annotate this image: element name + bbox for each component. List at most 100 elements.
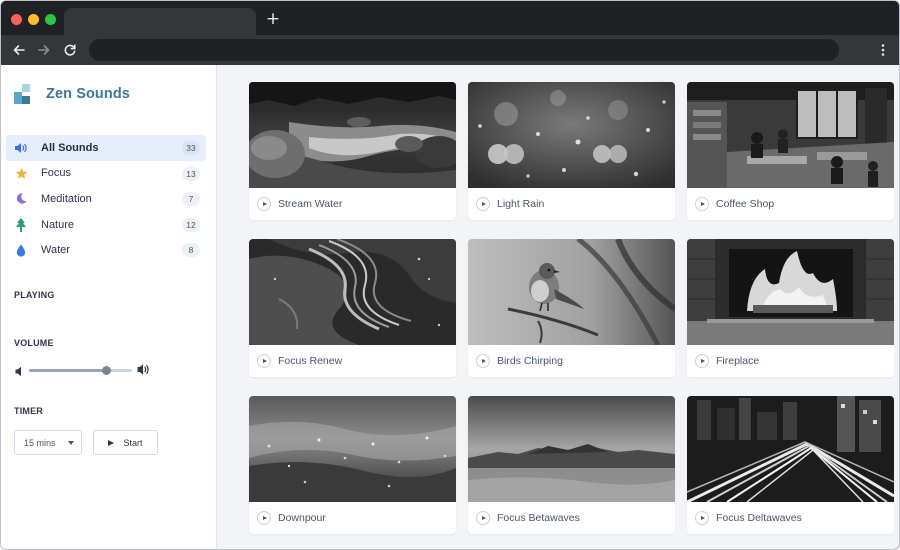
play-icon: [481, 516, 486, 520]
sound-thumbnail: [249, 82, 456, 188]
volume-high-icon[interactable]: [137, 363, 151, 381]
minimize-window-button[interactable]: [28, 14, 39, 25]
arrow-right-icon[interactable]: [34, 40, 54, 60]
sound-title: Light Rain: [497, 198, 545, 210]
reload-icon[interactable]: [60, 40, 80, 60]
plus-icon[interactable]: +: [264, 10, 282, 28]
play-icon: [262, 359, 267, 363]
sound-card-footer: Birds Chirping: [468, 345, 675, 377]
sound-title: Stream Water: [278, 198, 343, 210]
count-badge: 33: [182, 141, 200, 155]
logo-icon: [14, 84, 34, 104]
category-item-nature[interactable]: Nature 12: [6, 212, 206, 238]
sound-card-footer: Downpour: [249, 502, 456, 534]
tree-icon: [14, 217, 28, 232]
category-item-focus[interactable]: Focus 13: [6, 161, 206, 187]
chevron-down-icon: [68, 441, 74, 445]
sidebar: Zen Sounds All Sounds 33 Focus 13 Medita…: [1, 65, 217, 549]
volume-control: [15, 363, 155, 377]
sound-card-footer: Stream Water: [249, 188, 456, 220]
sound-thumbnail: [468, 239, 675, 345]
play-icon: [262, 516, 267, 520]
sound-thumbnail: [687, 239, 894, 345]
sound-title: Focus Deltawaves: [716, 512, 802, 524]
volume-slider[interactable]: [29, 366, 132, 375]
brand[interactable]: Zen Sounds: [14, 82, 130, 106]
sound-card-light-rain[interactable]: Light Rain: [468, 82, 675, 220]
category-list: All Sounds 33 Focus 13 Meditation 7 Natu…: [6, 135, 206, 263]
sound-title: Downpour: [278, 512, 326, 524]
sound-title: Birds Chirping: [497, 355, 563, 367]
category-item-meditation[interactable]: Meditation 7: [6, 186, 206, 212]
address-bar[interactable]: [89, 39, 839, 61]
browser-tab[interactable]: [64, 8, 256, 35]
count-badge: 12: [182, 217, 200, 232]
close-window-button[interactable]: [11, 14, 22, 25]
timer-selected-value: 15 mins: [24, 437, 56, 448]
brand-name: Zen Sounds: [46, 86, 130, 102]
sound-title: Focus Renew: [278, 355, 343, 367]
sound-card-footer: Light Rain: [468, 188, 675, 220]
play-button[interactable]: [257, 511, 271, 525]
play-button[interactable]: [476, 354, 490, 368]
count-badge: 13: [182, 166, 200, 181]
sound-thumbnail: [468, 82, 675, 188]
play-button[interactable]: [257, 354, 271, 368]
sound-title: Coffee Shop: [716, 198, 775, 210]
play-button[interactable]: [476, 197, 490, 211]
sound-card-focus-deltawaves[interactable]: Focus Deltawaves: [687, 396, 894, 534]
volume-slider-handle[interactable]: [101, 366, 111, 375]
volume-heading: VOLUME: [14, 338, 54, 348]
sound-card-focus-renew[interactable]: Focus Renew: [249, 239, 456, 377]
count-badge: 7: [182, 192, 200, 207]
play-icon: [700, 516, 705, 520]
play-icon: [700, 202, 705, 206]
sound-card-stream-water[interactable]: Stream Water: [249, 82, 456, 220]
play-icon: [108, 439, 115, 446]
count-badge: 8: [182, 243, 200, 258]
volume-fill: [29, 369, 107, 372]
sound-card-birds-chirping[interactable]: Birds Chirping: [468, 239, 675, 377]
sound-card-footer: Fireplace: [687, 345, 894, 377]
volume-low-icon[interactable]: [15, 364, 24, 382]
sound-thumbnail: [468, 396, 675, 502]
kebab-menu-icon[interactable]: [873, 40, 893, 60]
browser-window: + Zen Sounds All Sounds 33 Focus 13 Medi…: [0, 0, 900, 550]
play-button[interactable]: [695, 197, 709, 211]
category-item-water[interactable]: Water 8: [6, 237, 206, 263]
sound-thumbnail: [249, 396, 456, 502]
water-drop-icon: [14, 243, 28, 257]
sound-card-fireplace[interactable]: Fireplace: [687, 239, 894, 377]
start-timer-button[interactable]: Start: [93, 430, 158, 455]
sound-title: Focus Betawaves: [497, 512, 580, 524]
play-button[interactable]: [257, 197, 271, 211]
browser-toolbar: [1, 35, 899, 65]
sound-card-footer: Coffee Shop: [687, 188, 894, 220]
sound-card-footer: Focus Deltawaves: [687, 502, 894, 534]
play-button[interactable]: [476, 511, 490, 525]
play-icon: [700, 359, 705, 363]
category-item-all-sounds[interactable]: All Sounds 33: [6, 135, 206, 161]
speaker-icon: [14, 141, 28, 155]
play-icon: [262, 202, 267, 206]
timer-heading: TIMER: [14, 406, 43, 416]
play-button[interactable]: [695, 354, 709, 368]
start-button-label: Start: [123, 437, 143, 448]
play-icon: [481, 202, 486, 206]
playing-heading: PLAYING: [14, 290, 55, 300]
sound-card-downpour[interactable]: Downpour: [249, 396, 456, 534]
sound-card-footer: Focus Renew: [249, 345, 456, 377]
maximize-window-button[interactable]: [45, 14, 56, 25]
arrow-left-icon[interactable]: [9, 40, 29, 60]
title-bar: +: [1, 1, 899, 35]
sound-thumbnail: [687, 82, 894, 188]
sound-card-footer: Focus Betawaves: [468, 502, 675, 534]
app-content: Zen Sounds All Sounds 33 Focus 13 Medita…: [1, 65, 899, 549]
sound-card-coffee-shop[interactable]: Coffee Shop: [687, 82, 894, 220]
star-icon: [14, 166, 28, 180]
play-button[interactable]: [695, 511, 709, 525]
sound-card-focus-betawaves[interactable]: Focus Betawaves: [468, 396, 675, 534]
timer-select[interactable]: 15 mins: [14, 430, 82, 455]
sound-thumbnail: [249, 239, 456, 345]
sound-title: Fireplace: [716, 355, 760, 367]
